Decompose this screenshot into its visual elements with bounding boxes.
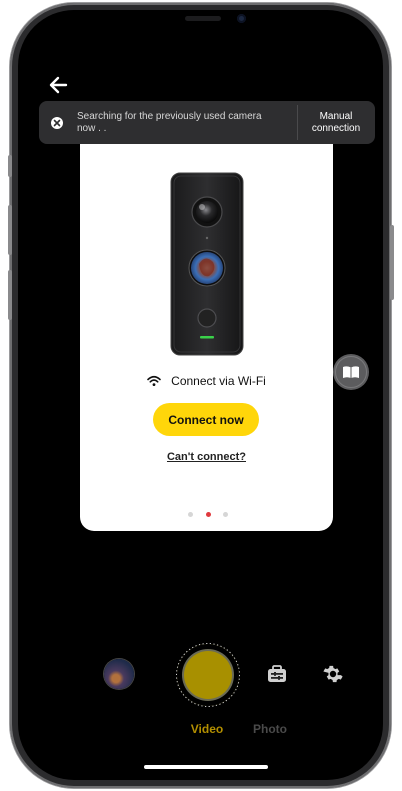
silent-switch [8,155,12,177]
power-button [390,225,394,300]
pagination-dot-active[interactable] [205,512,211,517]
close-circle-icon [53,119,61,126]
wifi-icon [147,375,161,386]
tutorial-button[interactable] [333,354,369,390]
arrow-left-icon [49,76,68,94]
book-icon [343,366,359,378]
volume-down-button [8,270,12,320]
gear-icon[interactable] [322,663,344,685]
pagination-dot[interactable] [188,512,193,517]
pagination-dot[interactable] [223,512,228,517]
mode-video[interactable]: Video [186,722,228,736]
wifi-connection-row: Connect via Wi-Fi [80,372,333,390]
toast-message: Searching for the previously used camera… [77,110,262,134]
connection-method-label: Connect via Wi-Fi [171,374,266,388]
volume-up-button [8,205,12,255]
cant-connect-link[interactable]: Can't connect? [80,451,333,463]
connection-card: Connect via Wi-Fi Connect now Can't conn… [80,144,333,531]
searching-toast: Searching for the previously used camera… [39,101,375,144]
toolbox-icon[interactable] [266,663,288,685]
shutter-button[interactable] [177,644,239,706]
gallery-thumbnail[interactable] [104,659,134,689]
earpiece-speaker [185,16,221,21]
home-indicator[interactable] [144,765,268,769]
front-camera [237,14,246,23]
pagination-dots [188,512,228,518]
connect-now-button[interactable]: Connect now [153,403,259,436]
manual-connection-button[interactable]: Manual connection [297,101,375,144]
toast-close-button[interactable] [51,116,63,129]
mode-photo[interactable]: Photo [250,722,290,736]
camera-illustration [170,172,244,356]
back-button[interactable] [46,72,72,98]
